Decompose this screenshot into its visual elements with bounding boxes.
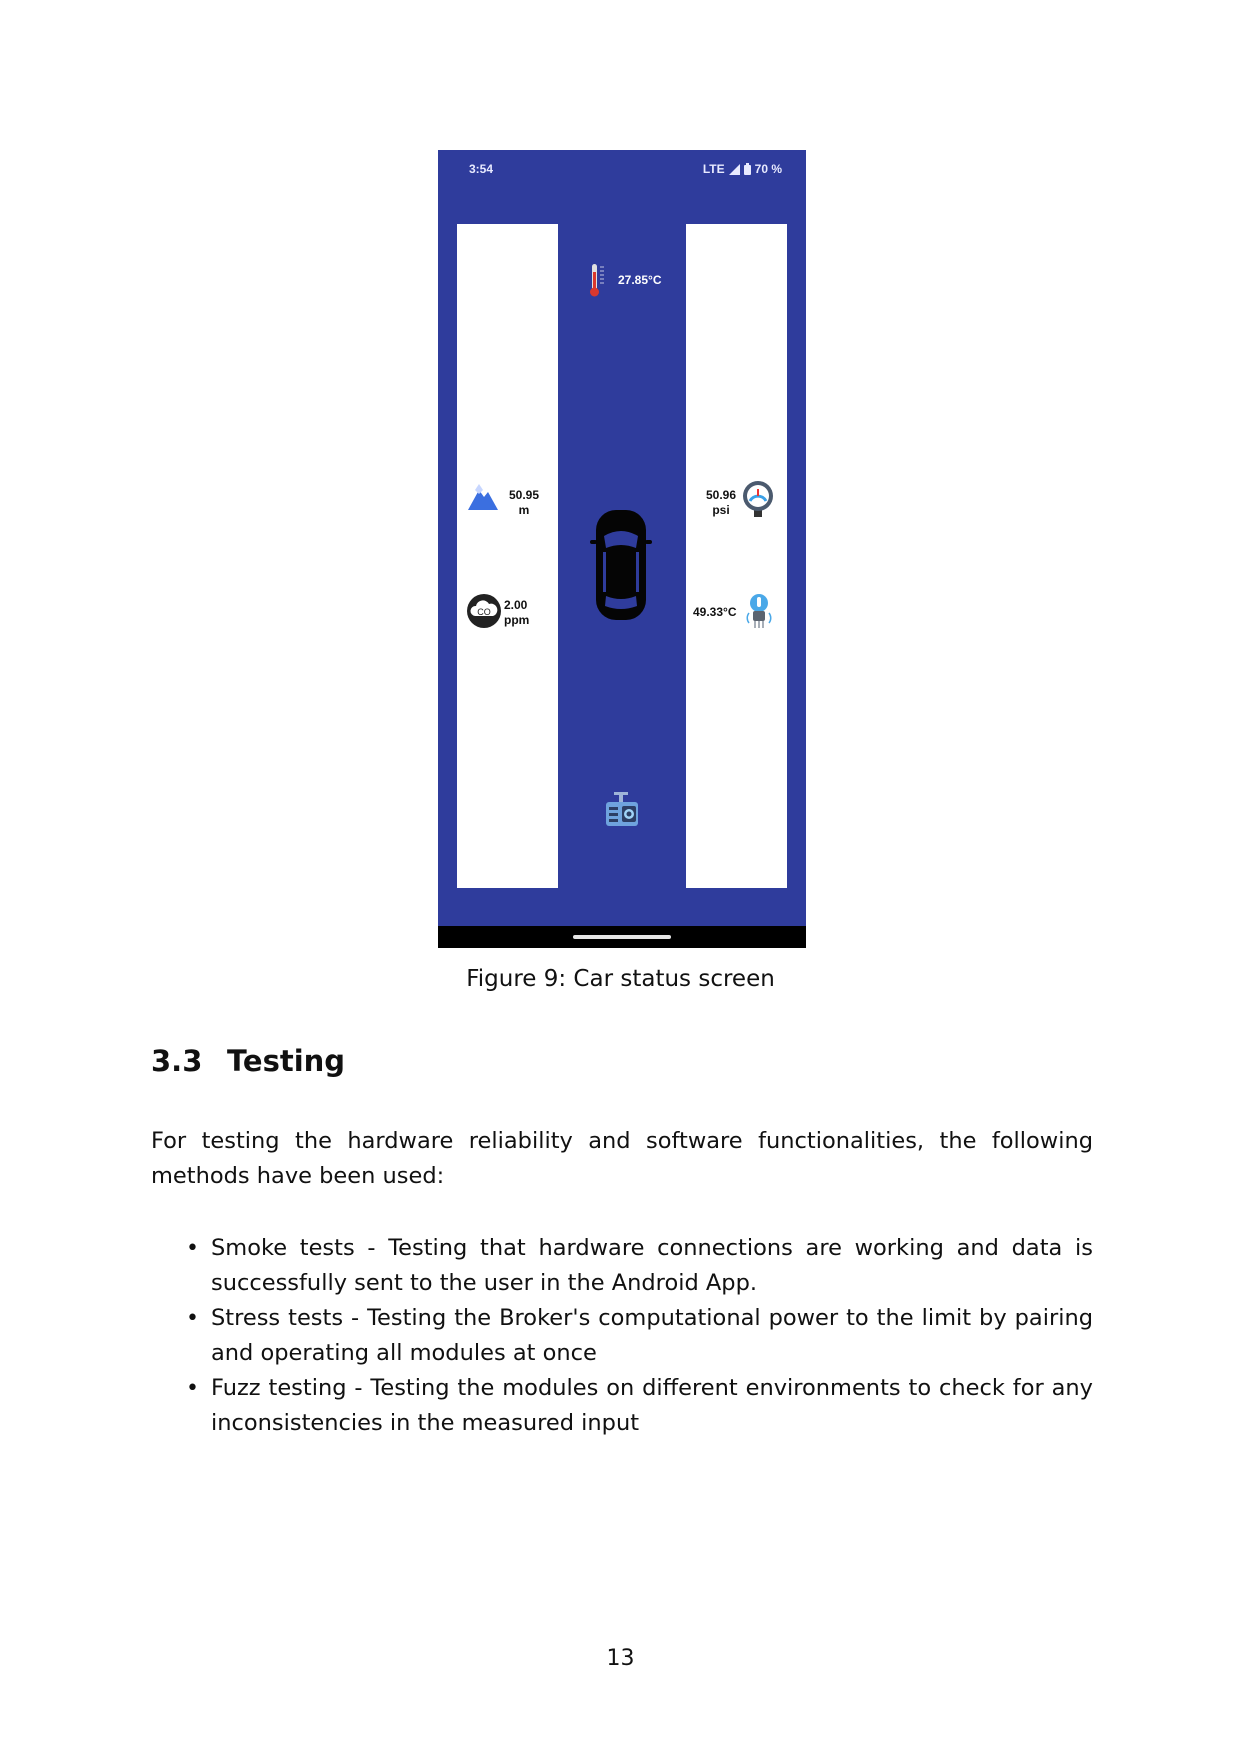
pressure-reading: 50.96 psi (701, 488, 741, 518)
top-temperature-value: 27.85°C (618, 273, 662, 287)
body-paragraph: For testing the hardware reliability and… (151, 1128, 1093, 1189)
pressure-unit: psi (712, 503, 730, 517)
navigation-bar (438, 926, 806, 948)
home-gesture-handle[interactable] (573, 935, 671, 939)
battery-icon (743, 163, 751, 175)
list-item: Fuzz testing - Testing the modules on di… (151, 1371, 1093, 1441)
list-item: Smoke tests - Testing that hardware conn… (151, 1231, 1093, 1301)
page-number: 13 (606, 1646, 635, 1671)
altitude-value: 50.95 (508, 488, 540, 502)
section-heading: 3.3 Testing (151, 1044, 345, 1078)
status-indicators: LTE 70 % (703, 162, 782, 176)
testing-methods-list: Smoke tests - Testing that hardware conn… (151, 1231, 1093, 1441)
section-title: Testing (227, 1044, 346, 1078)
status-time: 3:54 (469, 162, 494, 176)
network-label: LTE (702, 162, 725, 176)
altitude-unit: m (518, 503, 530, 517)
co-value: 2.00 (504, 598, 528, 612)
left-sensor-panel (457, 224, 558, 888)
status-bar: 3:54 LTE 70 % (438, 150, 806, 190)
engine-temperature-value: 49.33°C (693, 605, 737, 619)
figure-caption: Figure 9: Car status screen (466, 966, 775, 992)
car-status-screenshot: 3:54 LTE 70 % 27.85°C 50.95 m CO 2.00 pp… (438, 150, 806, 948)
altitude-reading: 50.95 m (504, 488, 544, 518)
svg-text:CO: CO (477, 607, 491, 617)
list-item: Stress tests - Testing the Broker's comp… (151, 1301, 1093, 1371)
camera-module-icon (606, 792, 638, 826)
battery-percent: 70 % (754, 162, 782, 176)
co-reading: 2.00 ppm (504, 598, 532, 628)
co-unit: ppm (504, 613, 530, 627)
right-sensor-panel (686, 224, 787, 888)
signal-icon (728, 163, 740, 175)
pressure-gauge-icon (743, 481, 773, 517)
co-cloud-icon: CO (467, 594, 501, 628)
section-number: 3.3 (151, 1044, 203, 1078)
thermometer-icon (590, 264, 604, 297)
sensor-thermometer-icon (746, 594, 772, 628)
car-icon (590, 510, 652, 620)
pressure-value: 50.96 (705, 488, 737, 502)
mountain-icon (468, 484, 498, 510)
